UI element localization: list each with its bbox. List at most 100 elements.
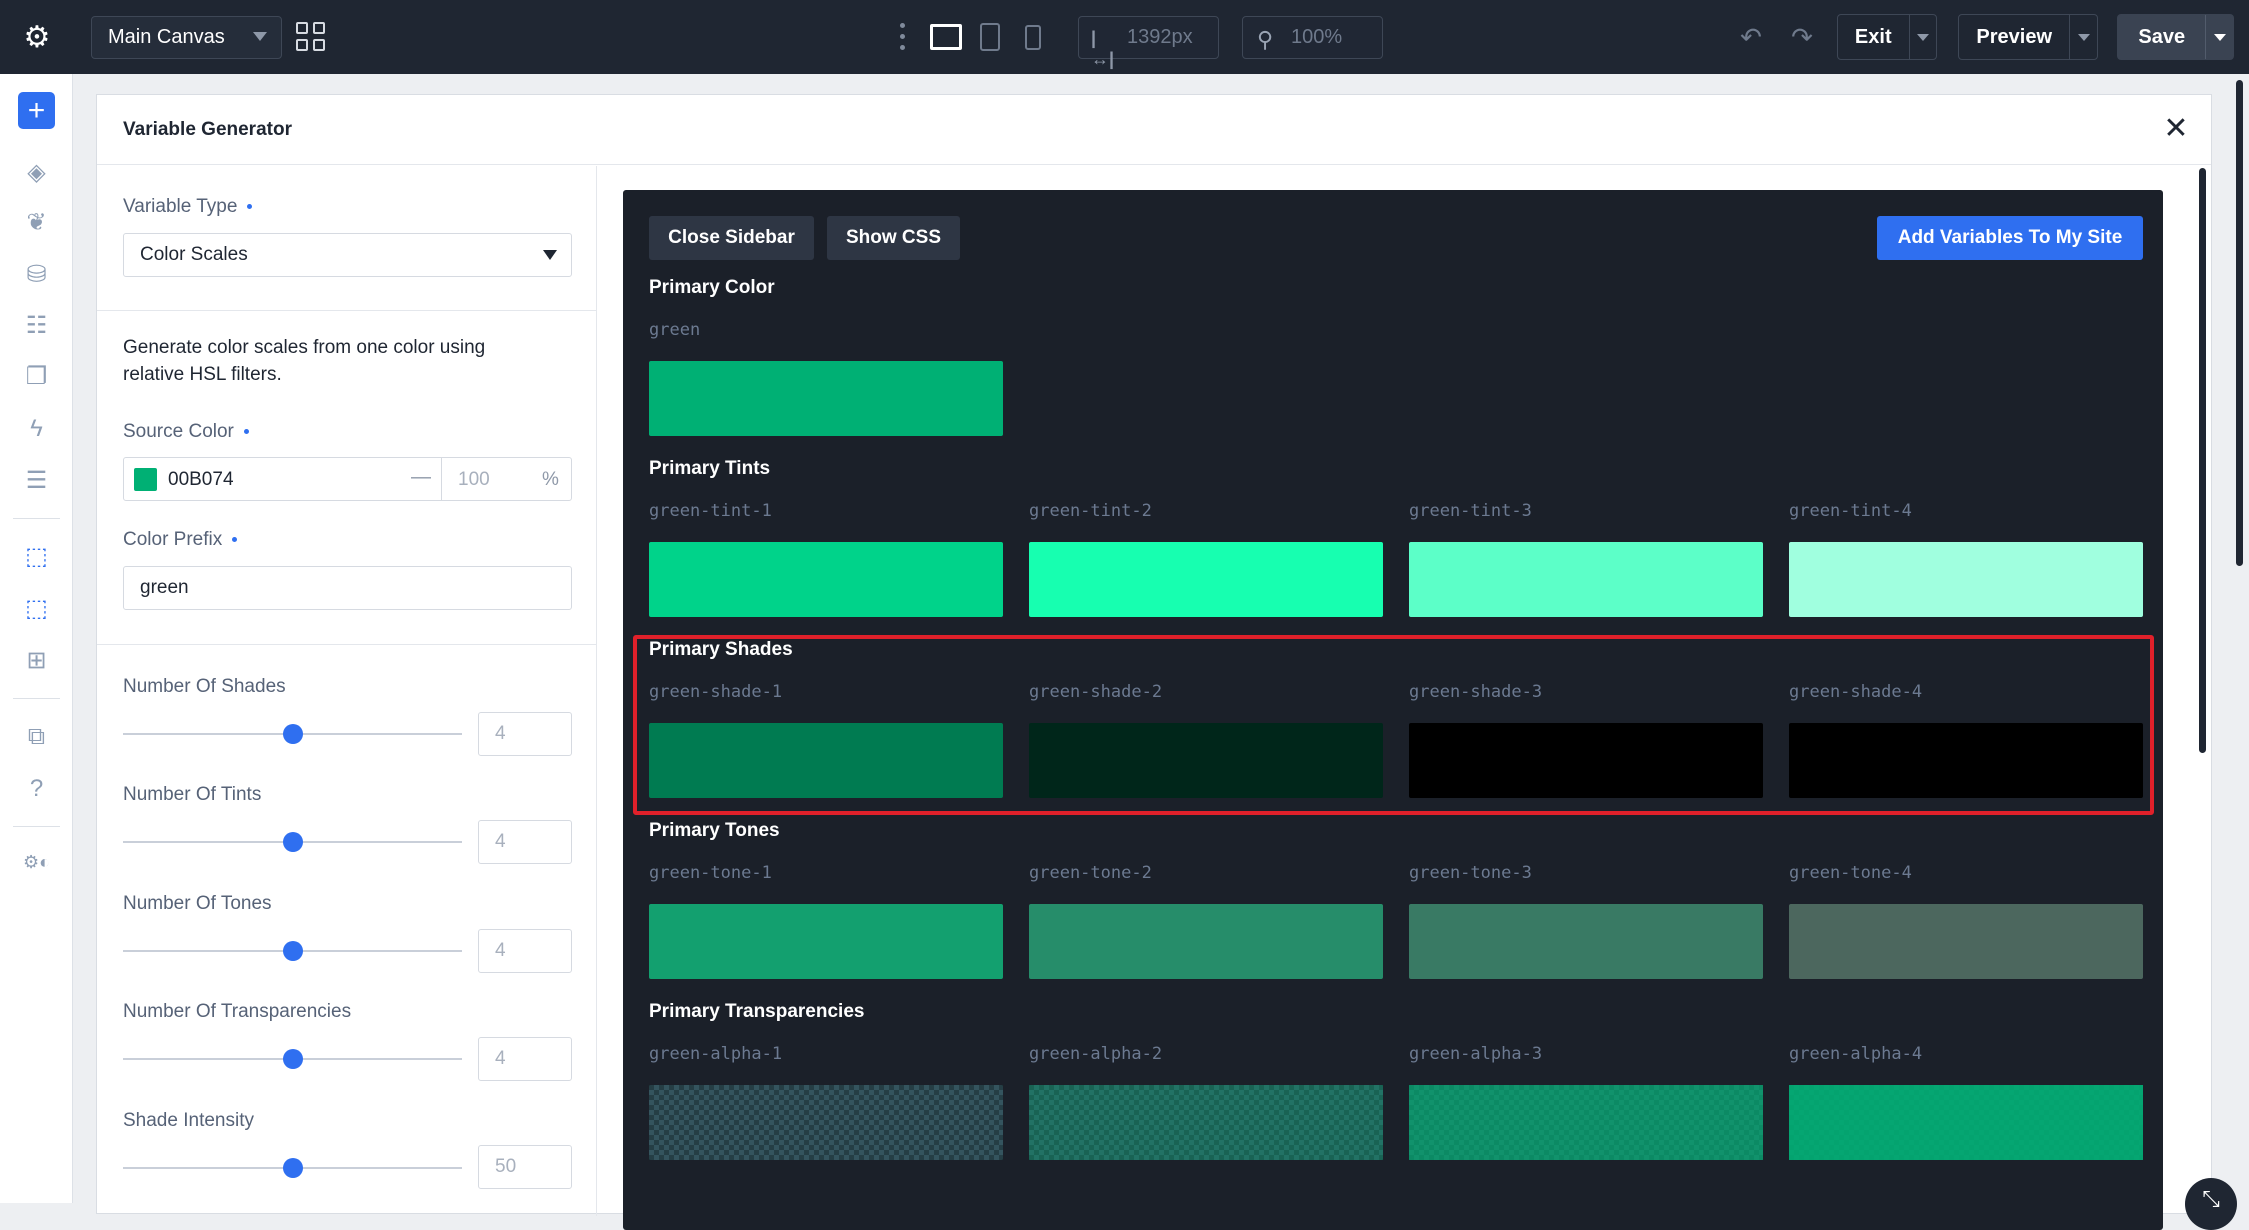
slider-handle[interactable] [283, 941, 303, 961]
slider-handle[interactable] [283, 832, 303, 852]
variable-type-select[interactable]: Color Scales [123, 233, 572, 277]
save-dropdown-icon[interactable] [2205, 15, 2233, 59]
resize-icon[interactable]: ⤡ [2185, 1178, 2237, 1230]
windows-icon[interactable]: ⧉ [18, 718, 55, 755]
desktop-device-icon[interactable] [930, 24, 962, 50]
tints-count-label: Number Of Tints [123, 784, 262, 805]
tones-count-label: Number Of Tones [123, 893, 272, 914]
canvas-width-input[interactable]: |↔| 1392px [1078, 16, 1219, 69]
transparencies-count-label: Number Of Transparencies [123, 1001, 352, 1022]
shade-intensity-slider[interactable] [123, 1158, 462, 1178]
interactions-bolt-icon[interactable]: ϟ [18, 410, 55, 447]
help-icon[interactable]: ? [18, 770, 55, 807]
settings-list-icon[interactable]: ☰ [18, 462, 55, 499]
more-vertical-icon[interactable] [894, 20, 910, 54]
tints-count-input[interactable]: 4 [478, 820, 572, 864]
tint-swatch[interactable] [1029, 542, 1383, 617]
show-css-button[interactable]: Show CSS [827, 216, 960, 260]
close-icon[interactable]: ✕ [2161, 112, 2191, 145]
canvas-select-label: Main Canvas [108, 26, 225, 48]
tablet-device-icon[interactable] [980, 23, 1000, 51]
shades-count-input[interactable]: 4 [478, 712, 572, 756]
shade-intensity-input[interactable]: 50 [478, 1145, 572, 1189]
alpha-name: green-alpha-2 [1029, 1044, 1163, 1064]
preview-scrollbar[interactable] [2199, 168, 2206, 753]
mobile-device-icon[interactable] [1025, 25, 1041, 50]
redo-icon[interactable]: ↷ [1786, 22, 1818, 52]
pages-icon[interactable]: ❐ [18, 358, 55, 395]
page-scrollbar[interactable] [2236, 80, 2243, 566]
primary-color-title: Primary Color [649, 277, 775, 298]
undo-icon[interactable]: ↶ [1735, 22, 1767, 52]
theme-toggle-icon[interactable]: ⚙◐ [18, 844, 55, 881]
preview-button[interactable]: Preview [1958, 14, 2098, 60]
source-alpha-unit: % [542, 469, 559, 490]
width-arrows-icon: |↔| [1091, 28, 1115, 69]
tint-swatch[interactable] [1409, 542, 1763, 617]
select-cursor-icon[interactable]: ⬚ [18, 538, 55, 575]
alpha-swatch[interactable] [1029, 1085, 1383, 1160]
transparencies-count-input[interactable]: 4 [478, 1037, 572, 1081]
alpha-swatch[interactable] [1789, 1085, 2143, 1160]
save-button[interactable]: Save [2117, 14, 2234, 60]
source-color-dash: — [411, 466, 431, 488]
tones-count-slider[interactable] [123, 941, 462, 961]
close-sidebar-button[interactable]: Close Sidebar [649, 216, 814, 260]
panel-title: Variable Generator [123, 119, 292, 140]
exit-button[interactable]: Exit [1837, 14, 1937, 60]
tints-count-slider[interactable] [123, 832, 462, 852]
tint-swatch[interactable] [649, 542, 1003, 617]
preview-dropdown-icon[interactable] [2069, 15, 2097, 59]
tone-swatch[interactable] [1029, 904, 1383, 979]
tone-name: green-tone-3 [1409, 863, 1532, 883]
shade-swatch[interactable] [649, 723, 1003, 798]
alpha-swatch[interactable] [649, 1085, 1003, 1160]
preview-eye-icon[interactable]: ⊞ [18, 642, 55, 679]
canvas-select[interactable]: Main Canvas [91, 16, 282, 59]
tone-name: green-tone-1 [649, 863, 772, 883]
multi-select-cursor-icon[interactable]: ⬚ [18, 590, 55, 627]
canvas-width-value: 1392px [1127, 26, 1193, 48]
slider-handle[interactable] [283, 1049, 303, 1069]
settings-gear-icon[interactable]: ⚙ [20, 20, 54, 54]
database-icon[interactable]: ⛁ [18, 256, 55, 293]
tone-swatch[interactable] [649, 904, 1003, 979]
slider-handle[interactable] [283, 724, 303, 744]
shades-count-slider[interactable] [123, 724, 462, 744]
shade-swatch[interactable] [1029, 723, 1383, 798]
primary-color-swatch[interactable] [649, 361, 1003, 436]
components-icon[interactable]: ☷ [18, 307, 55, 344]
grid-icon[interactable] [296, 22, 328, 54]
alpha-name: green-alpha-3 [1409, 1044, 1543, 1064]
add-element-icon[interactable]: + [18, 92, 55, 129]
tint-swatch[interactable] [1789, 542, 2143, 617]
source-alpha-input[interactable]: 100 [458, 469, 490, 491]
shade-swatch[interactable] [1409, 723, 1763, 798]
preview-label: Preview [1976, 25, 2052, 48]
variable-type-label: Variable Type [123, 196, 253, 218]
shade-name: green-shade-1 [649, 682, 783, 702]
tone-swatch[interactable] [1789, 904, 2143, 979]
layers-icon[interactable]: ◈ [18, 154, 55, 191]
alpha-name: green-alpha-4 [1789, 1044, 1923, 1064]
styles-icon[interactable]: ❦ [18, 204, 55, 241]
source-color-label: Source Color [123, 421, 249, 443]
shades-count-label: Number Of Shades [123, 676, 286, 697]
shades-title: Primary Shades [649, 639, 793, 660]
shade-swatch[interactable] [1789, 723, 2143, 798]
source-color-field[interactable]: 00B074 — 100 % [123, 457, 572, 501]
tones-title: Primary Tones [649, 820, 780, 841]
transparencies-count-slider[interactable] [123, 1049, 462, 1069]
shade-name: green-shade-2 [1029, 682, 1163, 702]
tone-swatch[interactable] [1409, 904, 1763, 979]
slider-handle[interactable] [283, 1158, 303, 1178]
zoom-input[interactable]: ⚲ 100% [1242, 16, 1383, 59]
tones-count-input[interactable]: 4 [478, 929, 572, 973]
source-color-swatch[interactable] [134, 468, 157, 491]
add-variables-button[interactable]: Add Variables To My Site [1877, 216, 2143, 260]
exit-dropdown-icon[interactable] [1908, 15, 1936, 59]
tint-name: green-tint-2 [1029, 501, 1152, 521]
alpha-swatch[interactable] [1409, 1085, 1763, 1160]
caret-down-icon [543, 250, 557, 260]
color-prefix-input[interactable]: green [123, 566, 572, 610]
